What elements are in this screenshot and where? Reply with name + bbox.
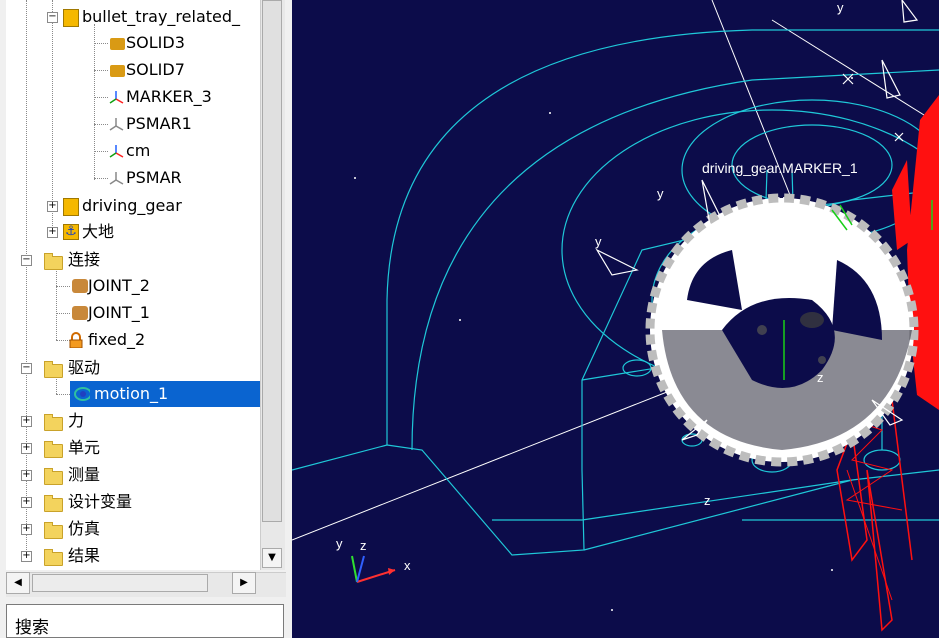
horizontal-scroll-thumb[interactable] <box>32 574 208 592</box>
marker-axes-icon <box>109 118 124 131</box>
tree-item-label: 测量 <box>68 465 101 484</box>
collapse-icon[interactable]: − <box>21 363 32 374</box>
part-icon <box>63 9 79 27</box>
folder-icon <box>44 495 63 512</box>
folder-icon <box>44 361 63 378</box>
model-browser-panel: − bullet_tray_related_ SOLID3 SOLID7 MAR… <box>0 0 290 638</box>
tree-item-design-variables[interactable]: + 设计变量 <box>6 489 260 515</box>
tree-item-motions[interactable]: − 驱动 <box>6 355 260 381</box>
expand-icon[interactable]: + <box>47 227 58 238</box>
tree-item-label: bullet_tray_related_ <box>82 7 241 26</box>
expand-icon[interactable]: + <box>21 551 32 562</box>
scene-axis-label: y <box>595 234 602 249</box>
tree-item-joint-2[interactable]: JOINT_2 <box>6 273 260 299</box>
folder-icon <box>44 253 63 270</box>
tree-item-label: cm <box>126 141 151 160</box>
tree-item-bullet-tray-related[interactable]: − bullet_tray_related_ <box>6 4 260 30</box>
collapse-icon[interactable]: − <box>21 255 32 266</box>
marker-axes-icon <box>109 145 124 158</box>
tree-item-elements[interactable]: + 单元 <box>6 435 260 461</box>
tree-item-label: JOINT_1 <box>88 303 150 322</box>
anchor-icon: ⚓ <box>63 224 79 240</box>
folder-icon <box>44 549 63 566</box>
tree-item-fixed-2[interactable]: fixed_2 <box>6 327 260 353</box>
view-triad <box>351 555 396 583</box>
solid-icon <box>110 38 125 50</box>
tree-item-measures[interactable]: + 测量 <box>6 462 260 488</box>
tree-item-label: MARKER_3 <box>126 87 212 106</box>
global-axis-line <box>292 389 673 541</box>
tree-item-label: 设计变量 <box>68 492 133 511</box>
triad-y-label: y <box>336 536 343 551</box>
tree-item-psmar[interactable]: PSMAR <box>6 165 260 191</box>
folder-icon <box>44 468 63 485</box>
tree-item-ground[interactable]: + ⚓ 大地 <box>6 219 260 245</box>
marker-axes-icon <box>109 172 124 185</box>
marker-line <box>771 19 933 121</box>
tree-item-label: 驱动 <box>68 358 101 377</box>
tree-item-driving-gear[interactable]: + driving_gear <box>6 193 260 219</box>
tree-item-marker-3[interactable]: MARKER_3 <box>6 84 260 110</box>
expand-icon[interactable]: + <box>21 497 32 508</box>
scene-graphics <box>292 0 939 632</box>
tree-item-label: 大地 <box>82 222 115 241</box>
tree-item-results[interactable]: + 结果 <box>6 543 260 569</box>
scene-axis-label: y <box>657 186 664 201</box>
folder-icon <box>44 441 63 458</box>
scroll-left-arrow-icon[interactable]: ◀ <box>6 572 30 594</box>
expand-icon[interactable]: + <box>21 524 32 535</box>
search-field[interactable]: 搜索 <box>6 604 284 638</box>
lock-icon <box>69 332 83 348</box>
marker-label: driving_gear.MARKER_1 <box>702 160 858 176</box>
tree-item-joint-1[interactable]: JOINT_1 <box>6 300 260 326</box>
marker-axes-icon <box>109 91 124 104</box>
tree-item-label: driving_gear <box>82 196 182 215</box>
expand-icon[interactable]: + <box>47 201 58 212</box>
scene-axis-label: y <box>837 0 844 15</box>
tree-item-motion-1[interactable]: motion_1 <box>6 381 260 407</box>
tree-item-label: fixed_2 <box>88 330 146 349</box>
folder-icon <box>44 414 63 431</box>
tree-item-cm[interactable]: cm <box>6 138 260 164</box>
tree-item-label: 力 <box>68 411 85 430</box>
scene-axis-label: z <box>817 370 824 385</box>
joint-icon <box>72 279 88 293</box>
part-icon <box>63 198 79 216</box>
tree-item-simulations[interactable]: + 仿真 <box>6 516 260 542</box>
tree-item-label: 连接 <box>68 250 101 269</box>
tree-item-label: SOLID3 <box>126 33 185 52</box>
collapse-icon[interactable]: − <box>47 12 58 23</box>
tree-item-solid3[interactable]: SOLID3 <box>6 30 260 56</box>
tree-item-label: SOLID7 <box>126 60 185 79</box>
tree-item-psmar1[interactable]: PSMAR1 <box>6 111 260 137</box>
tree-item-label: motion_1 <box>94 384 169 403</box>
scene-axis-label: y <box>778 192 785 207</box>
3d-viewport[interactable]: driving_gear.MARKER_1 y y z z y y y z x <box>292 0 939 638</box>
tree-item-label: 仿真 <box>68 519 101 538</box>
model-tree[interactable]: − bullet_tray_related_ SOLID3 SOLID7 MAR… <box>6 0 260 570</box>
tree-item-label: 单元 <box>68 438 101 457</box>
tree-item-label: JOINT_2 <box>88 276 150 295</box>
expand-icon[interactable]: + <box>21 470 32 481</box>
scroll-down-arrow-icon[interactable]: ▼ <box>262 548 282 568</box>
triad-x-label: x <box>404 558 411 573</box>
motion-icon <box>74 387 90 401</box>
tree-item-connections[interactable]: − 连接 <box>6 247 260 273</box>
expand-icon[interactable]: + <box>21 443 32 454</box>
tree-item-label: PSMAR <box>126 168 182 187</box>
search-label: 搜索 <box>15 618 49 638</box>
tree-item-label: PSMAR1 <box>126 114 192 133</box>
vertical-scroll-thumb[interactable] <box>262 0 282 522</box>
joint-icon <box>72 306 88 320</box>
driving-gear-model <box>645 193 919 467</box>
solid-icon <box>110 65 125 77</box>
tree-item-solid7[interactable]: SOLID7 <box>6 57 260 83</box>
scroll-right-arrow-icon[interactable]: ▶ <box>232 572 256 594</box>
folder-icon <box>44 522 63 539</box>
tree-item-forces[interactable]: + 力 <box>6 408 260 434</box>
tree-item-label: 结果 <box>68 546 101 565</box>
expand-icon[interactable]: + <box>21 416 32 427</box>
scene-axis-label: z <box>704 493 711 508</box>
triad-z-label: z <box>360 538 367 553</box>
